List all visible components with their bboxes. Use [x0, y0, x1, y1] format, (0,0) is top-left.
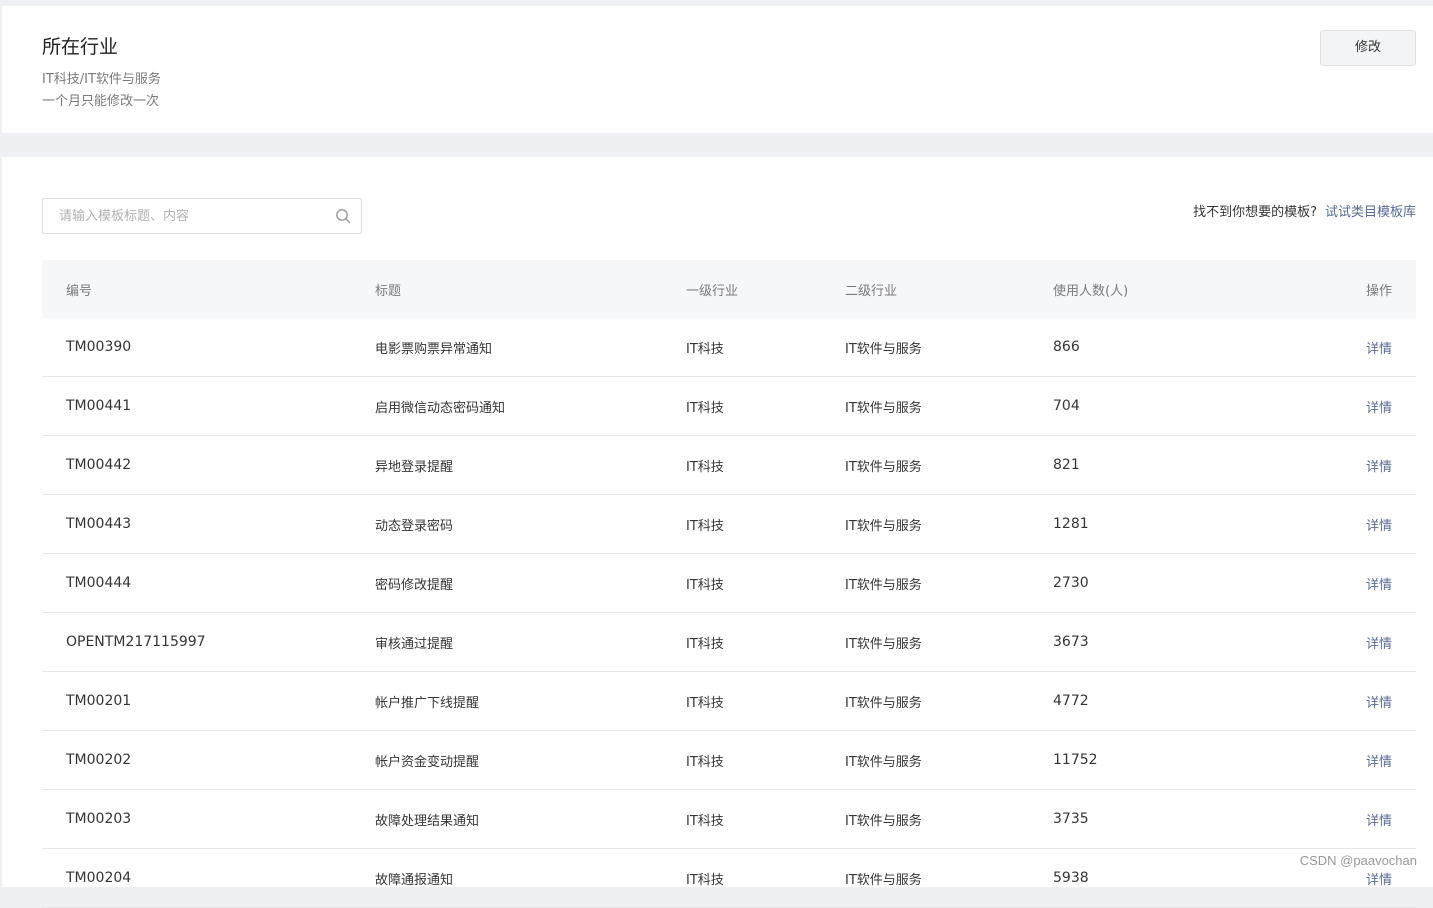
industry-path: IT科技/IT软件与服务	[42, 72, 161, 87]
cell-id: TM00390	[66, 339, 132, 355]
table-body: TM00390 电影票购票异常通知 IT科技 IT软件与服务 866 详情 TM00441 启…	[42, 318, 1416, 908]
header-level2: 二级行业	[845, 283, 898, 299]
cell-id: TM00201	[66, 693, 132, 709]
cell-title: 故障处理结果通知	[375, 813, 480, 829]
detail-link[interactable]: 详情	[1366, 613, 1392, 671]
cell-level1: IT科技	[686, 459, 724, 475]
cell-users: 5938	[1053, 870, 1089, 886]
watermark: CSDN @paavochan	[1299, 853, 1417, 868]
detail-link[interactable]: 详情	[1366, 377, 1392, 435]
detail-link[interactable]: 详情	[1366, 731, 1392, 789]
cell-id: TM00204	[66, 870, 132, 886]
cell-title: 帐户推广下线提醒	[375, 695, 480, 711]
table-row: TM00201 帐户推广下线提醒 IT科技 IT软件与服务 4772 详情	[42, 672, 1416, 731]
cell-level2: IT软件与服务	[845, 872, 922, 888]
cell-title: 审核通过提醒	[375, 636, 454, 652]
cell-title: 故障通报通知	[375, 872, 454, 888]
cell-level1: IT科技	[686, 754, 724, 770]
header-op: 操作	[1365, 283, 1392, 299]
category-library-link[interactable]: 试试类目模板库	[1325, 205, 1416, 220]
cell-users: 821	[1053, 457, 1080, 473]
table-row: TM00442 异地登录提醒 IT科技 IT软件与服务 821 详情	[42, 436, 1416, 495]
cell-id: TM00444	[66, 575, 132, 591]
cell-level2: IT软件与服务	[845, 459, 922, 475]
cell-users: 11752	[1053, 752, 1098, 768]
detail-link[interactable]: 详情	[1366, 495, 1392, 553]
template-list-card: 找不到你想要的模板? 试试类目模板库 编号 标题 一级行业 二级行业 使用人数(人…	[2, 157, 1433, 908]
cell-id: TM00442	[66, 457, 132, 473]
header-title: 标题	[375, 283, 402, 299]
detail-link[interactable]: 详情	[1366, 790, 1392, 848]
cell-title: 异地登录提醒	[375, 459, 454, 475]
industry-note: 一个月只能修改一次	[42, 94, 160, 109]
cell-level1: IT科技	[686, 577, 724, 593]
table-row: TM00444 密码修改提醒 IT科技 IT软件与服务 2730 详情	[42, 554, 1416, 613]
cell-users: 1281	[1053, 516, 1089, 532]
cell-id: TM00443	[66, 516, 132, 532]
cell-users: 3735	[1053, 811, 1089, 827]
cell-level2: IT软件与服务	[845, 577, 922, 593]
template-hint: 找不到你想要的模板? 试试类目模板库	[1193, 201, 1416, 220]
cell-id: TM00441	[66, 398, 132, 414]
template-table: 编号 标题 一级行业 二级行业 使用人数(人) 操作 TM00390 电影票购票异…	[42, 260, 1416, 908]
cell-users: 704	[1053, 398, 1080, 414]
table-row: TM00202 帐户资金变动提醒 IT科技 IT软件与服务 11752 详情	[42, 731, 1416, 790]
cell-users: 866	[1053, 339, 1080, 355]
cell-level1: IT科技	[686, 872, 724, 888]
cell-users: 2730	[1053, 575, 1089, 591]
cell-level2: IT软件与服务	[845, 754, 922, 770]
cell-level2: IT软件与服务	[845, 636, 922, 652]
cell-level1: IT科技	[686, 341, 724, 357]
modify-button[interactable]: 修改	[1320, 30, 1416, 66]
cell-id: OPENTM217115997	[66, 634, 206, 650]
industry-card: 所在行业 IT科技/IT软件与服务 一个月只能修改一次 修改	[2, 6, 1433, 133]
search-input[interactable]	[43, 199, 328, 233]
table-row: TM00441 启用微信动态密码通知 IT科技 IT软件与服务 704 详情	[42, 377, 1416, 436]
hint-text: 找不到你想要的模板?	[1193, 205, 1317, 220]
cell-level1: IT科技	[686, 695, 724, 711]
cell-level2: IT软件与服务	[845, 813, 922, 829]
cell-level2: IT软件与服务	[845, 518, 922, 534]
detail-link[interactable]: 详情	[1366, 672, 1392, 730]
header-level1: 一级行业	[686, 283, 739, 299]
detail-link[interactable]: 详情	[1366, 436, 1392, 494]
cell-level1: IT科技	[686, 813, 724, 829]
cell-users: 3673	[1053, 634, 1089, 650]
cell-users: 4772	[1053, 693, 1089, 709]
table-row: TM00443 动态登录密码 IT科技 IT软件与服务 1281 详情	[42, 495, 1416, 554]
cell-title: 启用微信动态密码通知	[375, 400, 506, 416]
search-icon[interactable]	[335, 208, 351, 224]
cell-level1: IT科技	[686, 400, 724, 416]
search-box	[42, 198, 362, 234]
cell-title: 帐户资金变动提醒	[375, 754, 480, 770]
header-users: 使用人数(人)	[1053, 283, 1129, 299]
table-row: TM00203 故障处理结果通知 IT科技 IT软件与服务 3735 详情	[42, 790, 1416, 849]
table-header: 编号 标题 一级行业 二级行业 使用人数(人) 操作	[42, 260, 1416, 318]
cell-title: 密码修改提醒	[375, 577, 454, 593]
table-row: TM00204 故障通报通知 IT科技 IT软件与服务 5938 详情	[42, 849, 1416, 908]
cell-level1: IT科技	[686, 636, 724, 652]
cell-level1: IT科技	[686, 518, 724, 534]
table-row: OPENTM217115997 审核通过提醒 IT科技 IT软件与服务 3673 详情	[42, 613, 1416, 672]
table-row: TM00390 电影票购票异常通知 IT科技 IT软件与服务 866 详情	[42, 318, 1416, 377]
cell-id: TM00203	[66, 811, 132, 827]
cell-title: 电影票购票异常通知	[375, 341, 493, 357]
cell-level2: IT软件与服务	[845, 341, 922, 357]
cell-title: 动态登录密码	[375, 518, 454, 534]
cell-level2: IT软件与服务	[845, 695, 922, 711]
header-id: 编号	[66, 283, 93, 299]
detail-link[interactable]: 详情	[1366, 318, 1392, 376]
industry-title: 所在行业	[42, 36, 119, 58]
detail-link[interactable]: 详情	[1366, 554, 1392, 612]
cell-id: TM00202	[66, 752, 132, 768]
cell-level2: IT软件与服务	[845, 400, 922, 416]
